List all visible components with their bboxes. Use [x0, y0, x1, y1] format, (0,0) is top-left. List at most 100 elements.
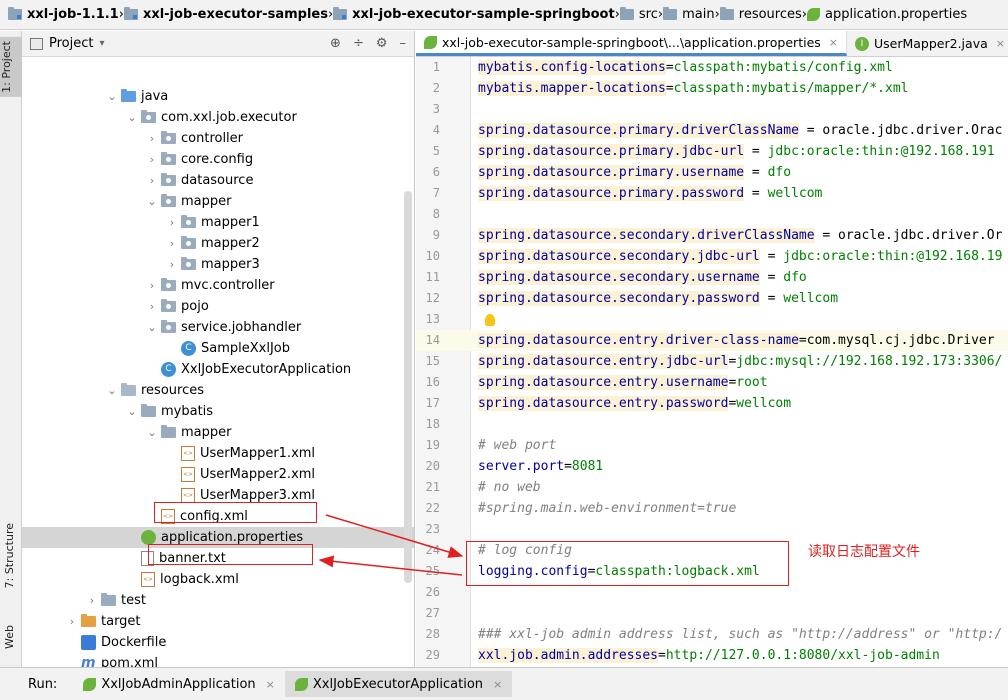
tree-item[interactable]: ⌄ java [22, 86, 414, 107]
breadcrumb-item[interactable]: xxl-job-executor-samples [123, 7, 328, 22]
tree-item-label: core.config [181, 152, 254, 167]
breadcrumb-item[interactable]: resources [719, 7, 802, 22]
breadcrumb-item[interactable]: src [619, 7, 658, 22]
tree-item[interactable]: › core.config [22, 149, 414, 170]
tree-item[interactable]: › target [22, 611, 414, 632]
breadcrumb-item[interactable]: xxl-job-executor-sample-springboot [333, 7, 615, 22]
code-line[interactable]: server.port=8081 [478, 456, 603, 477]
property-key: spring.datasource.primary.driverClassNam… [478, 123, 799, 138]
lightbulb-icon[interactable] [485, 314, 495, 326]
chevron-right-icon[interactable]: › [166, 237, 178, 250]
project-panel-title[interactable]: Project [49, 36, 93, 51]
close-icon[interactable]: × [493, 678, 502, 691]
chevron-down-icon[interactable]: ▾ [99, 38, 104, 49]
comment: # no web [478, 480, 541, 495]
tree-item[interactable]: › test [22, 590, 414, 611]
chevron-right-icon[interactable]: › [146, 300, 158, 313]
code-line[interactable]: # no web [478, 477, 541, 498]
tree-item[interactable]: ⌄ service.jobhandler [22, 317, 414, 338]
chevron-down-icon[interactable]: ⌄ [146, 195, 158, 208]
code-line[interactable]: spring.datasource.entry.jdbc-url=jdbc:my… [478, 351, 1002, 372]
tree-item[interactable]: ⌄ mybatis [22, 401, 414, 422]
structure-tool-tab[interactable]: 7: Structure [3, 523, 16, 588]
web-tool-tab[interactable]: Web [3, 625, 16, 649]
chevron-right-icon[interactable]: › [146, 174, 158, 187]
breadcrumb-item[interactable]: xxl-job-1.1.1 [8, 7, 119, 22]
tree-item[interactable]: C SampleXxlJob [22, 338, 414, 359]
code-line[interactable]: spring.datasource.primary.driverClassNam… [478, 120, 1002, 141]
code-line[interactable]: mybatis.mapper-locations=classpath:mybat… [478, 78, 908, 99]
close-icon[interactable]: × [996, 37, 1005, 50]
line-number: 7 [432, 186, 440, 200]
code-token: = [759, 249, 784, 264]
code-line[interactable]: spring.datasource.primary.password = wel… [478, 183, 822, 204]
line-number: 5 [432, 144, 440, 158]
code-line[interactable]: #spring.main.web-environment=true [478, 498, 736, 519]
breadcrumb-label: xxl-job-executor-sample-springboot [352, 7, 615, 22]
chevron-down-icon[interactable]: ⌄ [126, 405, 138, 418]
tree-item[interactable]: C XxlJobExecutorApplication [22, 359, 414, 380]
chevron-down-icon[interactable]: ⌄ [146, 321, 158, 334]
project-scrollbar[interactable] [404, 191, 412, 583]
tree-item[interactable]: Dockerfile [22, 632, 414, 653]
chevron-right-icon[interactable]: › [146, 153, 158, 166]
code-line[interactable]: spring.datasource.secondary.jdbc-url = j… [478, 246, 1002, 267]
close-icon[interactable]: × [266, 678, 275, 691]
tree-item[interactable]: <> logback.xml [22, 569, 414, 590]
chevron-right-icon[interactable]: › [86, 594, 98, 607]
chevron-down-icon[interactable]: ⌄ [146, 426, 158, 439]
code-line[interactable]: spring.datasource.secondary.username = d… [478, 267, 807, 288]
chevron-down-icon[interactable]: ⌄ [106, 90, 118, 103]
code-line[interactable]: spring.datasource.secondary.driverClassN… [478, 225, 1002, 246]
hide-icon[interactable]: – [400, 36, 407, 51]
tree-item[interactable]: › mapper3 [22, 254, 414, 275]
editor-tab[interactable]: xxl-job-executor-sample-springboot\...\a… [416, 31, 847, 56]
project-icon [30, 37, 43, 50]
code-line[interactable]: mybatis.config-locations=classpath:mybat… [478, 57, 893, 78]
code-line[interactable]: spring.datasource.entry.username=root [478, 372, 768, 393]
tree-item[interactable]: ⌄ com.xxl.job.executor [22, 107, 414, 128]
tree-item[interactable]: <> UserMapper2.xml [22, 464, 414, 485]
breadcrumb-item[interactable]: application.properties [806, 7, 967, 22]
code-line[interactable]: spring.datasource.entry.password=wellcom [478, 393, 791, 414]
gear-icon[interactable]: ⚙ [376, 36, 388, 51]
line-number: 2 [432, 81, 440, 95]
collapse-all-icon[interactable]: ÷ [353, 36, 364, 51]
code-line[interactable]: spring.datasource.primary.jdbc-url = jdb… [478, 141, 995, 162]
tree-item[interactable]: › controller [22, 128, 414, 149]
chevron-down-icon[interactable]: ⌄ [126, 111, 138, 124]
tree-item[interactable]: › mvc.controller [22, 275, 414, 296]
close-icon[interactable]: × [829, 36, 838, 49]
code-line[interactable]: xxl.job.admin.addresses=http://127.0.0.1… [478, 645, 940, 666]
chevron-down-icon[interactable]: ⌄ [106, 384, 118, 397]
tree-item[interactable]: › pojo [22, 296, 414, 317]
run-tab-admin[interactable]: XxlJobAdminApplication × [73, 671, 285, 697]
tree-item[interactable]: › mapper1 [22, 212, 414, 233]
editor-tab[interactable]: I UserMapper2.java × [847, 31, 1008, 56]
chevron-right-icon[interactable]: › [166, 258, 178, 271]
chevron-right-icon[interactable]: › [146, 279, 158, 292]
code-line[interactable]: spring.datasource.entry.driver-class-nam… [478, 330, 995, 351]
highlight-log-config [466, 541, 789, 586]
property-key: spring.datasource.secondary.username [478, 270, 760, 285]
property-value: jdbc:mysql://192.168.192.173:3306/ [736, 354, 1003, 369]
tree-item-label: mapper3 [201, 257, 260, 272]
code-line[interactable]: # web port [478, 435, 556, 456]
tree-item[interactable]: › mapper2 [22, 233, 414, 254]
breadcrumb-item[interactable]: main [663, 7, 715, 22]
tree-item[interactable]: ⌄ mapper [22, 191, 414, 212]
project-tool-tab[interactable]: 1: Project [0, 37, 22, 97]
tree-item[interactable]: ⌄ mapper [22, 422, 414, 443]
code-line[interactable]: spring.datasource.primary.username = dfo [478, 162, 791, 183]
locate-icon[interactable]: ⊕ [330, 36, 341, 51]
line-number: 19 [425, 438, 440, 452]
code-line[interactable]: ### xxl-job admin address list, such as … [478, 624, 1002, 645]
chevron-right-icon[interactable]: › [66, 615, 78, 628]
run-tab-executor[interactable]: XxlJobExecutorApplication × [284, 671, 513, 697]
code-line[interactable]: spring.datasource.secondary.password = w… [478, 288, 838, 309]
tree-item[interactable]: › datasource [22, 170, 414, 191]
chevron-right-icon[interactable]: › [166, 216, 178, 229]
tree-item[interactable]: <> UserMapper1.xml [22, 443, 414, 464]
chevron-right-icon[interactable]: › [146, 132, 158, 145]
tree-item[interactable]: ⌄ resources [22, 380, 414, 401]
